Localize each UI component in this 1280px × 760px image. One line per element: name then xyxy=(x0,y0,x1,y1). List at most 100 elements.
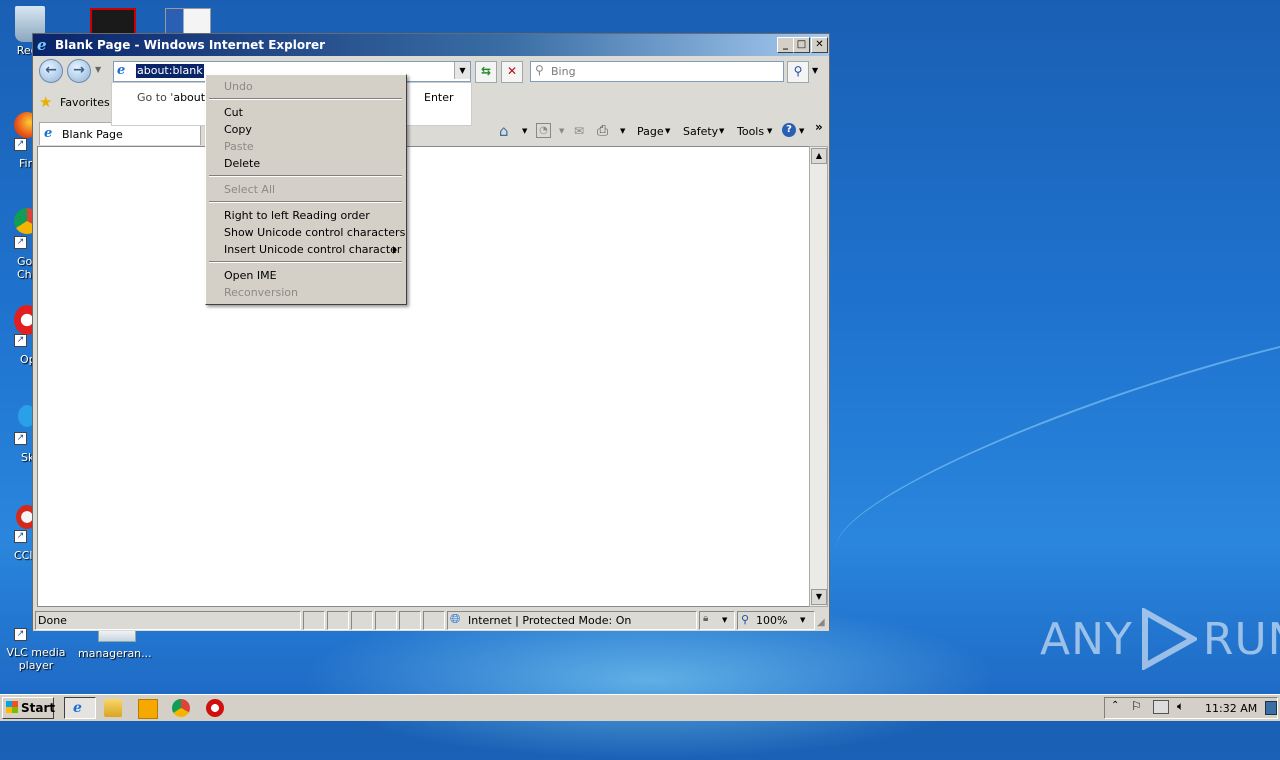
context-menu: Undo Cut Copy Paste Delete Select All Ri… xyxy=(205,74,407,305)
system-tray: ⌃ ⚐ 🔈︎ 11:32 AM xyxy=(1104,697,1278,719)
wallpaper-streak xyxy=(818,274,1280,608)
anyrun-watermark: ANY RUN xyxy=(1040,608,1280,670)
windows-logo-icon xyxy=(6,701,18,713)
feeds-icon[interactable]: ◔ xyxy=(536,123,551,138)
shortcut-arrow-icon: ↗ xyxy=(14,432,27,445)
status-text-cell: Done xyxy=(35,611,301,630)
vertical-scrollbar[interactable]: ▲ ▼ xyxy=(809,146,828,607)
status-cell-empty xyxy=(327,611,349,630)
menu-separator xyxy=(209,201,402,203)
media-player-icon[interactable] xyxy=(138,699,158,719)
watermark-text-right: RUN xyxy=(1202,613,1280,665)
refresh-button[interactable]: ⇆ xyxy=(475,61,497,83)
menu-item-select-all: Select All xyxy=(224,183,276,196)
menu-item-undo: Undo xyxy=(224,80,253,93)
network-icon[interactable] xyxy=(1153,700,1169,714)
address-dropdown-button[interactable]: ▼ xyxy=(454,62,470,79)
resize-grip-icon[interactable]: ◢ xyxy=(817,617,825,628)
menu-item-copy[interactable]: Copy xyxy=(224,123,252,136)
show-desktop-button[interactable] xyxy=(1265,701,1277,715)
help-icon[interactable]: ? xyxy=(782,123,796,137)
page-dropdown-icon: ▼ xyxy=(665,127,671,135)
protected-mode-cell[interactable]: 🔒︎ ▼ xyxy=(699,611,735,630)
address-input[interactable]: about:blank xyxy=(136,64,204,78)
menu-item-paste: Paste xyxy=(224,140,254,153)
start-button[interactable]: Start xyxy=(2,697,55,719)
lock-dropdown-icon: ▼ xyxy=(722,616,728,624)
submenu-arrow-icon xyxy=(393,246,397,254)
forward-button[interactable]: → xyxy=(67,59,91,83)
recent-pages-dropdown-icon[interactable]: ▼ xyxy=(95,65,101,74)
status-cell-empty xyxy=(351,611,373,630)
page-content-area[interactable] xyxy=(37,146,810,607)
safety-menu-button[interactable]: Safety xyxy=(683,125,718,138)
safety-dropdown-icon: ▼ xyxy=(719,127,725,135)
ie-page-icon: e xyxy=(117,63,126,78)
action-center-flag-icon[interactable]: ⚐ xyxy=(1131,699,1142,713)
scroll-up-button[interactable]: ▲ xyxy=(811,148,827,164)
maximize-button[interactable]: □ xyxy=(793,37,810,53)
security-zone-text: Internet | Protected Mode: On xyxy=(468,614,632,627)
zoom-cell[interactable]: ⚲ 100% ▼ xyxy=(737,611,815,630)
show-hidden-icons-icon[interactable]: ⌃ xyxy=(1111,700,1119,711)
home-icon[interactable]: ⌂ xyxy=(499,122,509,140)
search-button[interactable]: ⚲ xyxy=(787,61,809,83)
minimize-button[interactable]: _ xyxy=(777,37,794,53)
menu-item-show-unicode-control[interactable]: Show Unicode control characters xyxy=(224,226,405,239)
feeds-dropdown-icon[interactable]: ▼ xyxy=(559,127,564,135)
print-icon[interactable]: ⎙ xyxy=(597,123,608,139)
status-bar: Done 🌐︎ Internet | Protected Mode: On 🔒︎… xyxy=(33,609,829,631)
scroll-down-button[interactable]: ▼ xyxy=(811,589,827,605)
ie-logo-icon: e xyxy=(37,36,47,54)
page-menu-button[interactable]: Page xyxy=(637,125,664,138)
status-cell-empty xyxy=(423,611,445,630)
close-button[interactable]: ✕ xyxy=(811,37,828,53)
toolbar-overflow-icon[interactable]: » xyxy=(815,120,823,134)
tab-ie-icon: e xyxy=(44,126,53,141)
status-text: Done xyxy=(38,614,67,627)
menu-item-rtl-reading-order[interactable]: Right to left Reading order xyxy=(224,209,370,222)
menu-separator xyxy=(209,98,402,100)
chrome-taskbar-icon[interactable] xyxy=(172,699,190,717)
shortcut-arrow-icon: ↗ xyxy=(14,530,27,543)
clock[interactable]: 11:32 AM xyxy=(1205,702,1257,715)
favorites-button[interactable]: Favorites xyxy=(60,96,110,109)
enter-hint: Enter xyxy=(424,91,454,104)
taskbar-ie-button[interactable]: e xyxy=(64,697,96,719)
menu-item-reconversion: Reconversion xyxy=(224,286,298,299)
desktop-icon-vlc[interactable]: VLC media player xyxy=(0,646,72,672)
ie-taskbar-icon: e xyxy=(73,700,82,716)
tools-menu-button[interactable]: Tools xyxy=(737,125,764,138)
menu-item-open-ime[interactable]: Open IME xyxy=(224,269,277,282)
opera-taskbar-icon[interactable] xyxy=(206,699,224,717)
shortcut-arrow-icon: ↗ xyxy=(14,628,27,641)
title-bar[interactable]: e Blank Page - Windows Internet Explorer… xyxy=(33,34,829,56)
search-input[interactable]: Bing xyxy=(551,65,576,78)
menu-item-insert-unicode-control[interactable]: Insert Unicode control character xyxy=(224,243,401,256)
search-box[interactable]: ⚲ Bing xyxy=(530,61,784,82)
goto-suggestion[interactable]: Go to 'about:b xyxy=(137,91,216,104)
menu-item-cut[interactable]: Cut xyxy=(224,106,243,119)
read-mail-icon[interactable]: ✉ xyxy=(574,124,584,138)
play-logo-icon xyxy=(1141,608,1197,670)
print-dropdown-icon[interactable]: ▼ xyxy=(620,127,625,135)
security-zone-cell[interactable]: 🌐︎ Internet | Protected Mode: On xyxy=(447,611,697,630)
home-dropdown-icon[interactable]: ▼ xyxy=(522,127,527,135)
watermark-text-left: ANY xyxy=(1040,613,1133,665)
search-options-dropdown-icon[interactable]: ▼ xyxy=(812,66,818,75)
help-dropdown-icon[interactable]: ▼ xyxy=(799,127,804,135)
tools-dropdown-icon: ▼ xyxy=(767,127,773,135)
menu-item-delete[interactable]: Delete xyxy=(224,157,260,170)
shortcut-arrow-icon: ↗ xyxy=(14,138,27,151)
zoom-dropdown-icon: ▼ xyxy=(800,616,806,624)
lock-icon: 🔒︎ xyxy=(703,613,709,624)
menu-separator xyxy=(209,175,402,177)
desktop-icon-label: VLC media player xyxy=(6,646,66,672)
back-button[interactable]: ← xyxy=(39,59,63,83)
volume-icon[interactable]: 🔈︎ xyxy=(1177,699,1184,714)
stop-button[interactable]: ✕ xyxy=(501,61,523,83)
search-glass-icon: ⚲ xyxy=(535,63,544,77)
explorer-folder-icon[interactable] xyxy=(104,699,122,717)
tab-label: Blank Page xyxy=(62,128,123,141)
goto-prefix: Go to ' xyxy=(137,91,174,104)
